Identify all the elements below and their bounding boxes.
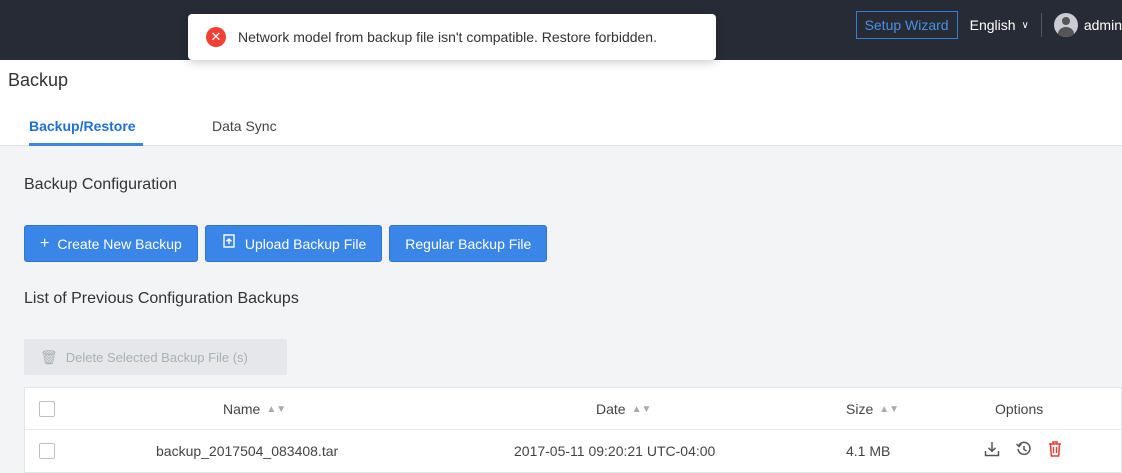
regular-backup-file-button[interactable]: Regular Backup File: [389, 225, 548, 262]
plus-icon: +: [40, 234, 50, 252]
upload-backup-file-label: Upload Backup File: [244, 235, 367, 252]
table-header-row: Name ▲▼ Date ▲▼ Size ▲▼ Options: [25, 388, 1121, 430]
trash-icon[interactable]: [1047, 440, 1063, 463]
tab-data-sync[interactable]: Data Sync: [212, 118, 277, 146]
sort-icon: ▲▼: [266, 403, 287, 415]
select-all-checkbox[interactable]: [39, 401, 55, 417]
sort-icon: ▲▼: [631, 403, 652, 415]
tab-bar: Backup/Restore Data Sync: [0, 118, 1122, 146]
select-all-checkbox-cell: [39, 388, 55, 430]
upload-file-icon: [221, 233, 237, 254]
row-checkbox[interactable]: [39, 443, 55, 459]
delete-selected-backup-button[interactable]: 🗑 Delete Selected Backup File (s): [24, 339, 287, 375]
create-new-backup-label: Create New Backup: [57, 235, 182, 252]
regular-backup-file-label: Regular Backup File: [405, 235, 532, 252]
setup-wizard-button[interactable]: Setup Wizard: [855, 11, 958, 39]
options-column-label: Options: [995, 401, 1044, 417]
table-row: backup_2017504_083408.tar 2017-05-11 09:…: [25, 430, 1121, 472]
divider: [1040, 13, 1042, 37]
backup-name-cell: backup_2017504_083408.tar: [156, 443, 339, 459]
row-checkbox-cell: [39, 430, 55, 472]
create-new-backup-button[interactable]: + Create New Backup: [24, 225, 198, 262]
upload-backup-file-button[interactable]: Upload Backup File: [204, 225, 383, 262]
error-toast: ✕ Network model from backup file isn't c…: [188, 14, 716, 60]
avatar: [1053, 13, 1078, 37]
row-options: [983, 430, 1077, 472]
date-column-label: Date: [596, 401, 626, 417]
error-circle-icon: ✕: [206, 27, 226, 47]
language-selector[interactable]: English ∨: [970, 17, 1029, 33]
main-content: Backup Configuration + Create New Backup…: [0, 146, 1122, 473]
backup-date-cell: 2017-05-11 09:20:21 UTC-04:00: [514, 443, 716, 459]
user-menu[interactable]: admin: [1053, 13, 1122, 37]
options-column-header: Options: [995, 388, 1043, 430]
backup-action-buttons: + Create New Backup Upload Backup File R…: [24, 225, 548, 262]
download-icon[interactable]: [983, 440, 1001, 463]
sort-icon: ▲▼: [879, 403, 900, 415]
toast-message: Network model from backup file isn't com…: [238, 29, 657, 45]
name-column-header[interactable]: Name ▲▼: [223, 388, 286, 430]
date-column-header[interactable]: Date ▲▼: [596, 388, 651, 430]
user-name-label: admin: [1083, 17, 1122, 33]
trash-icon: 🗑: [40, 348, 58, 365]
chevron-down-icon: ∨: [1021, 19, 1029, 31]
name-column-label: Name: [223, 401, 261, 417]
tab-backup-restore[interactable]: Backup/Restore: [29, 118, 143, 146]
backup-size-cell: 4.1 MB: [846, 443, 891, 459]
delete-selected-backup-label: Delete Selected Backup File (s): [65, 349, 248, 365]
page-title: Backup: [8, 70, 69, 90]
backup-configuration-title: Backup Configuration: [24, 176, 177, 193]
language-label: English: [969, 17, 1016, 33]
size-column-header[interactable]: Size ▲▼: [846, 388, 899, 430]
previous-backups-title: List of Previous Configuration Backups: [24, 290, 299, 307]
topbar-right-group: Setup Wizard English ∨ admin: [855, 10, 1122, 40]
size-column-label: Size: [846, 401, 874, 417]
backups-table: Name ▲▼ Date ▲▼ Size ▲▼ Options backup_2…: [24, 387, 1122, 473]
restore-history-icon[interactable]: [1015, 440, 1033, 463]
